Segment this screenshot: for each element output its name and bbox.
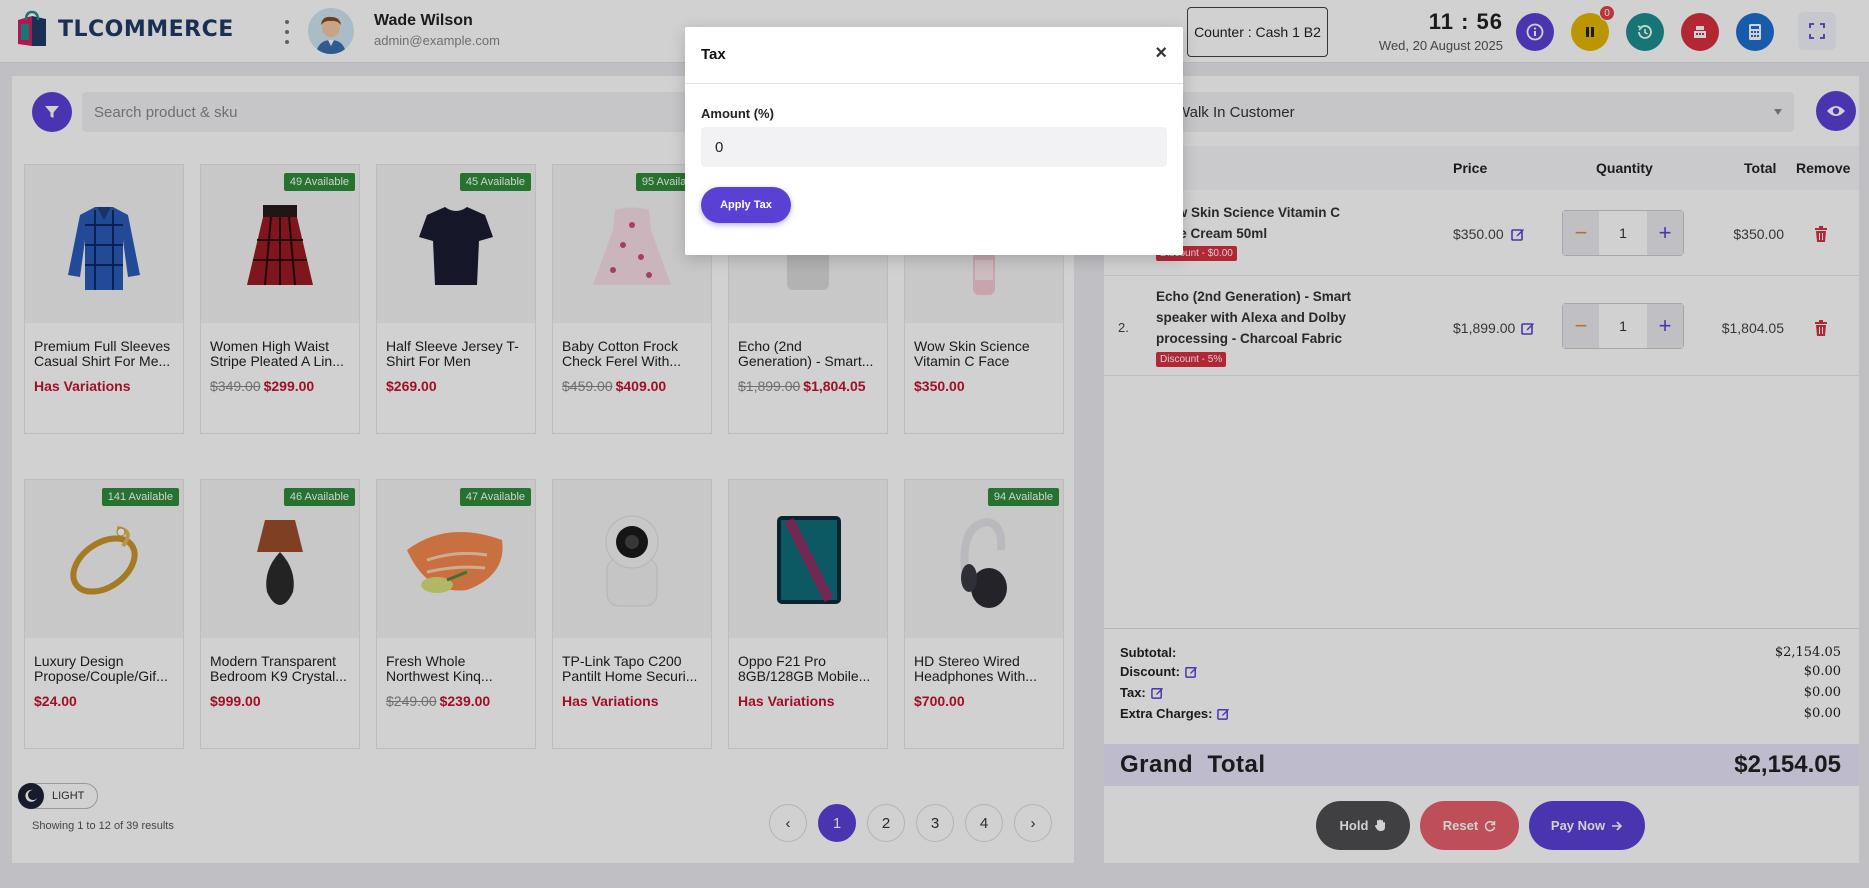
modal-title: Tax (701, 46, 726, 63)
modal-divider (685, 83, 1183, 84)
tax-modal: Tax × Amount (%) Apply Tax (685, 27, 1183, 255)
apply-tax-button[interactable]: Apply Tax (701, 187, 791, 223)
tax-amount-input[interactable] (701, 127, 1167, 167)
close-icon[interactable]: × (1155, 43, 1167, 63)
amount-label: Amount (%) (701, 106, 774, 121)
